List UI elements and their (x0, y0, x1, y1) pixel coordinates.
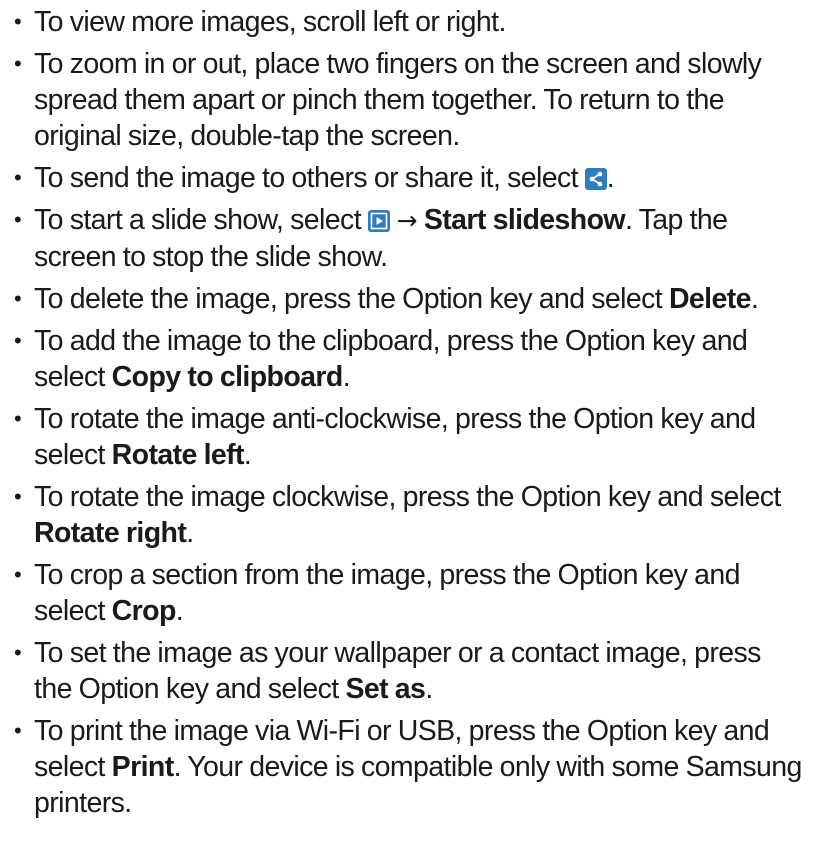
bullet-dot: • (14, 328, 22, 353)
instruction-list: • To view more images, scroll left or ri… (12, 4, 804, 821)
item-text-end: . (342, 361, 351, 393)
list-item-set-as: • To set the image as your wallpaper or … (12, 635, 804, 707)
item-text: To view more images, scroll left or righ… (34, 6, 506, 38)
list-item-delete: • To delete the image, press the Option … (12, 281, 804, 317)
list-item-crop: • To crop a section from the image, pres… (12, 557, 804, 629)
item-text-end: . (425, 673, 433, 705)
menu-option-start-slideshow: Start slideshow (423, 204, 626, 236)
item-text-end: . (175, 595, 184, 627)
menu-option-rotate-right: Rotate right (34, 517, 187, 549)
bullet-dot: • (14, 165, 22, 190)
item-text-end: . (186, 517, 194, 549)
arrow-glyph: → (396, 206, 418, 235)
list-item-print: • To print the image via Wi-Fi or USB, p… (12, 713, 804, 821)
list-item-share: • To send the image to others or share i… (12, 160, 804, 196)
menu-option-print: Print (111, 751, 175, 783)
slideshow-icon (367, 210, 390, 232)
bullet-dot: • (14, 718, 22, 743)
menu-option-copy-to-clipboard: Copy to clipboard (111, 361, 344, 393)
bullet-dot: • (14, 484, 22, 509)
list-item-rotate-left: • To rotate the image anti-clockwise, pr… (12, 401, 804, 473)
menu-option-rotate-left: Rotate left (111, 439, 245, 471)
item-text-end: . (606, 162, 615, 194)
item-text-end: . (750, 283, 759, 315)
menu-option-crop: Crop (111, 595, 177, 627)
item-text: To send the image to others or share it,… (34, 162, 585, 194)
item-text: To start a slide show, select (34, 204, 368, 236)
menu-option-delete: Delete (668, 283, 752, 315)
list-item-view-more: • To view more images, scroll left or ri… (12, 4, 804, 40)
share-icon (584, 168, 607, 190)
bullet-dot: • (14, 406, 22, 431)
bullet-dot: • (14, 9, 22, 34)
item-text: To zoom in or out, place two fingers on … (34, 48, 762, 152)
menu-option-set-as: Set as (345, 673, 426, 705)
list-item-rotate-right: • To rotate the image clockwise, press t… (12, 479, 804, 551)
bullet-dot: • (14, 562, 22, 587)
list-item-clipboard: • To add the image to the clipboard, pre… (12, 323, 804, 395)
item-text: To rotate the image clockwise, press the… (34, 481, 781, 513)
manual-page: • To view more images, scroll left or ri… (0, 0, 816, 860)
bullet-dot: • (14, 286, 22, 311)
bullet-dot: • (14, 640, 22, 665)
bullet-dot: • (14, 207, 22, 232)
list-item-slideshow: • To start a slide show, select → Start … (12, 202, 804, 275)
item-text: To delete the image, press the Option ke… (34, 283, 669, 315)
list-item-zoom: • To zoom in or out, place two fingers o… (12, 46, 804, 154)
item-text-end: . (243, 439, 252, 471)
bullet-dot: • (14, 51, 22, 76)
